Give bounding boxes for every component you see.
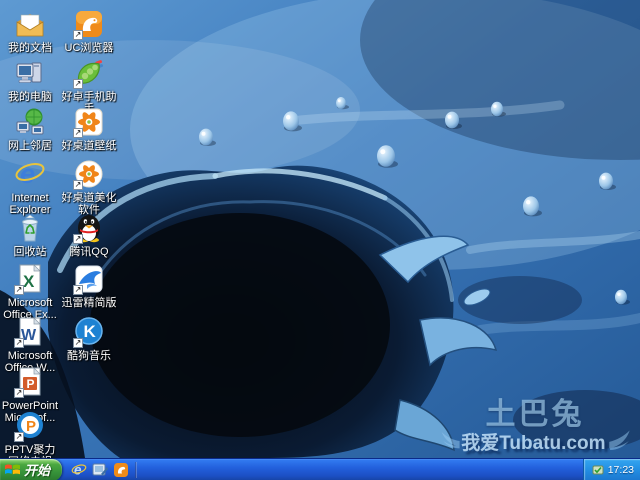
- recycle-bin-icon: [14, 212, 46, 244]
- thunder-bird-icon: ↗: [73, 263, 105, 295]
- desktop-icon-haozhuodao-wallpaper[interactable]: ↗ 好桌道壁纸: [60, 106, 118, 152]
- icon-label: 网上邻居: [1, 140, 59, 152]
- icon-label: 迅雷精简版: [60, 297, 118, 309]
- desktop-icon-uc-browser[interactable]: ↗ UC浏览器: [60, 8, 118, 54]
- shortcut-arrow-icon: ↗: [14, 432, 24, 442]
- my-computer-icon: [14, 57, 46, 89]
- taskbar: 开始 e 17:23: [0, 458, 640, 480]
- shortcut-arrow-icon: ↗: [73, 338, 83, 348]
- windows-xp-desktop: 我的文档 我的电脑 网上邻居 e Internet Explorer 回收站: [0, 0, 640, 480]
- shortcut-arrow-icon: ↗: [73, 79, 83, 89]
- qq-penguin-icon: ↗: [73, 212, 105, 244]
- shortcut-arrow-icon: ↗: [73, 285, 83, 295]
- powerpoint-icon: P ↗: [14, 366, 46, 398]
- svg-text:X: X: [23, 272, 35, 291]
- my-documents-icon: [14, 8, 46, 40]
- taskbar-clock[interactable]: 17:23: [608, 464, 634, 476]
- shortcut-arrow-icon: ↗: [73, 234, 83, 244]
- kugou-icon: K ↗: [73, 316, 105, 348]
- icon-label: 酷狗音乐: [60, 350, 118, 362]
- icon-label: 我的电脑: [1, 91, 59, 103]
- desktop-icon-kugou-music[interactable]: K ↗ 酷狗音乐: [60, 316, 118, 362]
- desktop-icon-thunder-lite[interactable]: ↗ 迅雷精简版: [60, 263, 118, 309]
- icon-label: 回收站: [1, 246, 59, 258]
- start-button-label: 开始: [24, 460, 50, 479]
- icon-label: 腾讯QQ: [60, 246, 118, 258]
- icon-label: 我的文档: [1, 42, 59, 54]
- pptv-icon: P ↗: [14, 410, 46, 442]
- desktop-icon-excel[interactable]: X ↗ Microsoft Office Ex...: [1, 263, 59, 322]
- desktop-icon-my-documents[interactable]: 我的文档: [1, 8, 59, 54]
- icon-label: PPTV聚力 网络电视: [1, 444, 59, 458]
- quick-launch-bar: e: [71, 462, 129, 478]
- internet-explorer-icon: e: [14, 158, 46, 190]
- desktop-icon-my-computer[interactable]: 我的电脑: [1, 57, 59, 103]
- svg-text:K: K: [84, 322, 97, 341]
- desktop-icon-haozhuodao-beautify[interactable]: ↗ 好桌道美化软件: [60, 158, 118, 217]
- system-tray: 17:23: [583, 459, 640, 480]
- shortcut-arrow-icon: ↗: [14, 285, 24, 295]
- taskbar-divider: [135, 462, 137, 478]
- tray-icon[interactable]: [592, 464, 604, 476]
- desktop-icon-internet-explorer[interactable]: e Internet Explorer: [1, 158, 59, 217]
- start-button[interactable]: 开始: [0, 459, 62, 480]
- desktop-area: 我的文档 我的电脑 网上邻居 e Internet Explorer 回收站: [0, 0, 640, 458]
- desktop-icon-recycle-bin[interactable]: 回收站: [1, 212, 59, 258]
- icon-label: UC浏览器: [60, 42, 118, 54]
- shortcut-arrow-icon: ↗: [14, 338, 24, 348]
- quick-launch-uc-browser-icon[interactable]: [113, 462, 129, 478]
- shortcut-arrow-icon: ↗: [73, 180, 83, 190]
- icon-label: 好桌道壁纸: [60, 140, 118, 152]
- desktop-icon-tencent-qq[interactable]: ↗ 腾讯QQ: [60, 212, 118, 258]
- shortcut-arrow-icon: ↗: [73, 128, 83, 138]
- network-places-icon: [14, 106, 46, 138]
- excel-icon: X ↗: [14, 263, 46, 295]
- desktop-icon-network-places[interactable]: 网上邻居: [1, 106, 59, 152]
- word-icon: W ↗: [14, 316, 46, 348]
- orange-flower-icon: ↗: [73, 158, 105, 190]
- shortcut-arrow-icon: ↗: [73, 30, 83, 40]
- desktop-icon-pptv[interactable]: P ↗ PPTV聚力 网络电视: [1, 410, 59, 458]
- windows-flag-icon: [5, 463, 20, 476]
- pea-pod-icon: ↗: [73, 57, 105, 89]
- svg-text:P: P: [27, 377, 35, 391]
- shortcut-arrow-icon: ↗: [14, 388, 24, 398]
- quick-launch-show-desktop-icon[interactable]: [92, 462, 108, 478]
- uc-browser-icon: ↗: [73, 8, 105, 40]
- orange-flower-icon: ↗: [73, 106, 105, 138]
- svg-text:P: P: [26, 418, 36, 435]
- quick-launch-internet-explorer-icon[interactable]: e: [71, 462, 87, 478]
